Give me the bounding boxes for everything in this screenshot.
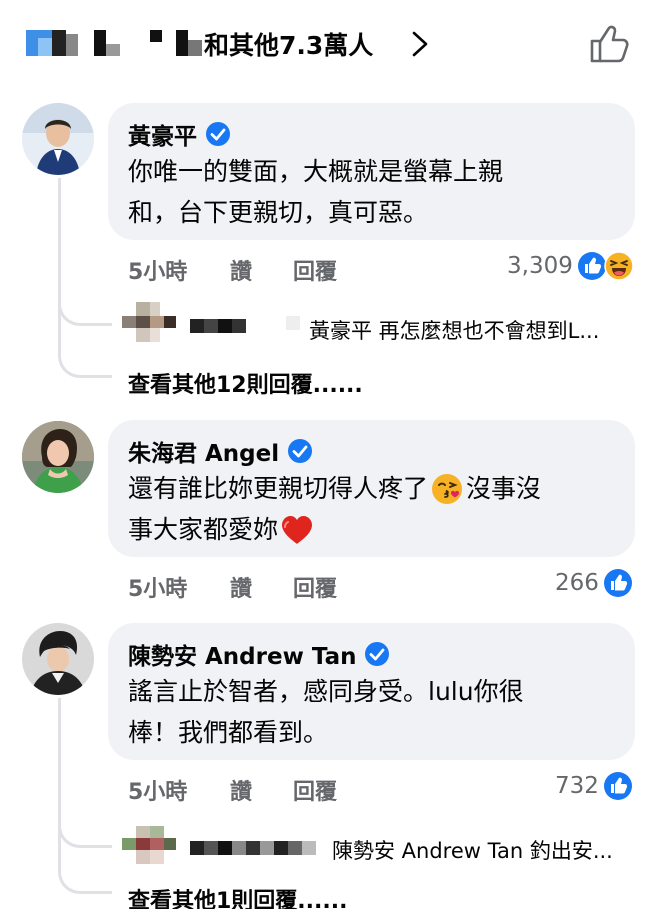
reply-button[interactable]: 回覆 xyxy=(293,254,337,286)
comment-text-line: 你唯一的雙面，大概就是螢幕上親 xyxy=(128,157,504,186)
reply-button[interactable]: 回覆 xyxy=(293,571,337,603)
comment-text-segment: 事大家都愛妳 xyxy=(128,515,279,544)
comment-bubble[interactable]: 陳勢安 Andrew Tan 謠言止於智者，感同身受。lulu你很 棒！我們都看… xyxy=(108,623,635,760)
author-name[interactable]: 黃豪平 xyxy=(128,117,197,151)
view-more-replies-link[interactable]: 查看其他1則回覆...... xyxy=(128,883,347,909)
thumbs-up-outline-icon[interactable] xyxy=(588,24,630,64)
reply-preview-text: 陳勢安 Andrew Tan 釣出安... xyxy=(332,839,613,863)
like-button[interactable]: 讚 xyxy=(230,571,252,603)
comment-text-line: 事大家都愛妳 xyxy=(128,510,314,550)
reaction-summary[interactable]: 3,309 xyxy=(507,251,634,281)
reaction-count: 3,309 xyxy=(507,253,573,279)
author-name[interactable]: 朱海君 Angel xyxy=(128,434,279,468)
verified-badge-icon xyxy=(288,439,313,463)
avatar[interactable] xyxy=(22,103,94,175)
view-more-replies-link[interactable]: 查看其他12則回覆...... xyxy=(128,367,363,399)
blurred-reply-name xyxy=(190,318,246,333)
like-button[interactable]: 讚 xyxy=(230,254,252,286)
avatar[interactable] xyxy=(22,421,94,493)
comment-author[interactable]: 陳勢安 Andrew Tan xyxy=(128,637,390,671)
reply-avatar xyxy=(122,826,178,866)
comment-text-segment: 沒事沒 xyxy=(466,474,542,503)
comment-bubble[interactable]: 朱海君 Angel 還有誰比妳更親切得人疼了 沒事沒 事大家都愛妳 xyxy=(108,420,635,557)
reply-button[interactable]: 回覆 xyxy=(293,774,337,806)
comment-author[interactable]: 黃豪平 xyxy=(128,117,231,151)
timestamp[interactable]: 5小時 xyxy=(128,774,187,806)
reaction-count: 266 xyxy=(555,570,599,596)
reply-avatar xyxy=(122,302,178,342)
comment-text-line: 謠言止於智者，感同身受。lulu你很 xyxy=(128,677,524,706)
thread-line xyxy=(58,698,61,818)
blurred-reply-name xyxy=(190,840,318,855)
comment-bubble[interactable]: 黃豪平 你唯一的雙面，大概就是螢幕上親 和，台下更親切，真可惡。 xyxy=(108,103,635,240)
like-icon xyxy=(577,252,606,280)
reactions-count-text[interactable]: 和其他7.3萬人 xyxy=(204,26,373,62)
haha-icon xyxy=(604,251,634,281)
like-icon xyxy=(603,569,632,597)
timestamp[interactable]: 5小時 xyxy=(128,571,187,603)
reactions-summary-bar[interactable]: 和其他7.3萬人 xyxy=(0,0,656,88)
verified-badge-icon xyxy=(365,642,390,666)
thread-line xyxy=(58,178,61,298)
comment-text-line: 還有誰比妳更親切得人疼了 沒事沒 xyxy=(128,469,541,509)
timestamp[interactable]: 5小時 xyxy=(128,254,187,286)
thread-connector xyxy=(58,822,112,894)
reaction-count: 732 xyxy=(555,773,599,799)
like-icon xyxy=(603,772,632,800)
comment-author[interactable]: 朱海君 Angel xyxy=(128,434,313,468)
author-name[interactable]: 陳勢安 Andrew Tan xyxy=(128,637,356,671)
avatar[interactable] xyxy=(22,623,94,695)
red-heart-emoji-icon xyxy=(282,516,313,544)
comment-text-segment: 還有誰比妳更親切得人疼了 xyxy=(128,474,429,503)
comment-text-line: 棒！我們都看到。 xyxy=(128,718,329,747)
kissing-heart-emoji-icon xyxy=(432,474,463,504)
reply-preview-text: 黃豪平 再怎麼想也不會想到L... xyxy=(309,319,600,343)
comment-text-line: 和，台下更親切，真可惡。 xyxy=(128,198,429,227)
reaction-summary[interactable]: 266 xyxy=(555,568,633,598)
like-button[interactable]: 讚 xyxy=(230,774,252,806)
thread-connector xyxy=(58,300,112,378)
verified-badge-icon xyxy=(206,122,230,146)
reaction-summary[interactable]: 732 xyxy=(555,771,633,801)
chevron-right-icon[interactable] xyxy=(410,31,430,57)
